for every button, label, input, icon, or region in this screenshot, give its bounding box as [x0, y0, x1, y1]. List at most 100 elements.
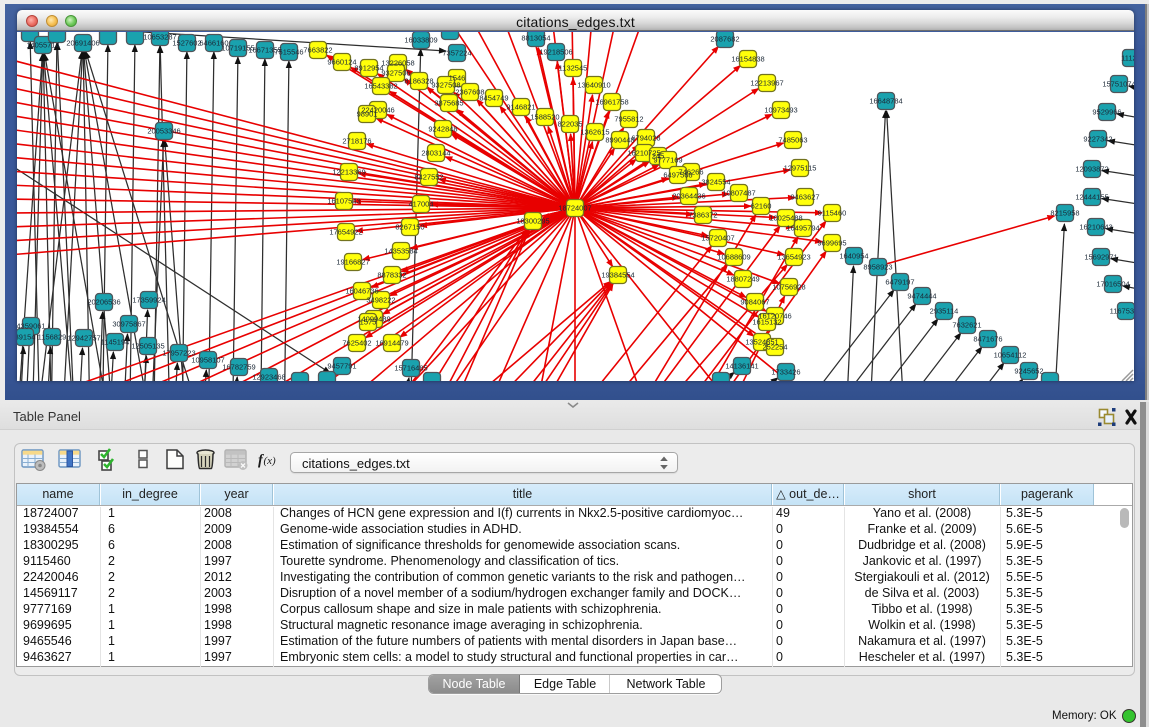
- svg-text:10973493: 10973493: [764, 106, 797, 115]
- svg-text:20206536: 20206536: [87, 298, 120, 307]
- svg-text:62160: 62160: [751, 202, 772, 211]
- svg-text:16046736: 16046736: [345, 287, 378, 296]
- svg-text:14136141: 14136141: [725, 362, 758, 371]
- svg-text:252254: 252254: [762, 343, 787, 352]
- svg-text:16961758: 16961758: [595, 98, 628, 107]
- svg-text:9242848: 9242848: [428, 125, 457, 134]
- svg-text:1145194: 1145194: [101, 338, 130, 347]
- svg-text:20053346: 20053346: [147, 127, 180, 136]
- svg-text:15692971: 15692971: [1084, 253, 1117, 262]
- svg-text:1575: 1575: [360, 318, 377, 327]
- svg-text:1132545: 1132545: [559, 64, 588, 73]
- svg-text:16914479: 16914479: [375, 339, 408, 348]
- svg-text:16154838: 16154838: [731, 55, 764, 64]
- svg-text:16033809: 16033809: [404, 36, 437, 45]
- svg-text:7955812: 7955812: [614, 115, 643, 124]
- svg-text:8186328: 8186328: [404, 77, 433, 86]
- svg-text:8912954: 8912954: [354, 64, 383, 73]
- svg-text:7632621: 7632621: [952, 321, 981, 330]
- svg-text:9115460: 9115460: [818, 209, 847, 218]
- svg-text:10025488: 10025488: [769, 214, 802, 223]
- svg-text:39154: 39154: [17, 333, 35, 342]
- svg-text:8454749: 8454749: [479, 94, 508, 103]
- svg-text:8215958: 8215958: [1050, 209, 1079, 218]
- svg-text:10807487: 10807487: [722, 189, 755, 198]
- svg-text:9146821: 9146821: [506, 103, 535, 112]
- svg-text:12923468: 12923468: [252, 373, 285, 382]
- svg-text:2803144: 2803144: [421, 149, 450, 158]
- svg-text:17654922: 17654922: [329, 228, 362, 237]
- svg-text:14353584: 14353584: [384, 247, 417, 256]
- svg-text:12505135: 12505135: [131, 342, 164, 351]
- svg-text:2718176: 2718176: [342, 137, 371, 146]
- svg-text:7357224: 7357224: [442, 49, 471, 58]
- svg-text:9463627: 9463627: [790, 193, 819, 202]
- svg-text:6794028: 6794028: [631, 134, 660, 143]
- svg-text:7515546: 7515546: [274, 48, 303, 57]
- svg-text:17359924: 17359924: [132, 296, 165, 305]
- svg-text:8878332: 8878332: [377, 271, 406, 280]
- svg-text:8813054: 8813054: [521, 34, 550, 43]
- svg-text:11127: 11127: [1121, 54, 1134, 63]
- svg-text:9529966: 9529966: [1092, 108, 1121, 117]
- svg-text:10958107: 10958107: [191, 356, 224, 365]
- svg-text:11675333: 11675333: [1110, 307, 1134, 316]
- svg-text:19384554: 19384554: [601, 271, 634, 280]
- svg-text:8958923: 8958923: [863, 263, 892, 272]
- svg-text:9777169: 9777169: [653, 156, 682, 165]
- svg-text:13640910: 13640910: [577, 81, 610, 90]
- svg-text:20364436: 20364436: [672, 192, 705, 201]
- svg-text:8990448: 8990448: [605, 136, 634, 145]
- svg-text:16495794: 16495794: [786, 224, 819, 233]
- svg-text:16210643: 16210643: [1079, 223, 1112, 232]
- svg-text:7386372: 7386372: [688, 211, 717, 220]
- svg-text:9245652: 9245652: [1014, 367, 1043, 376]
- svg-text:6479197: 6479197: [885, 278, 914, 287]
- svg-text:9084067: 9084067: [740, 298, 769, 307]
- svg-text:1640954: 1640954: [839, 252, 868, 261]
- svg-text:18807249: 18807249: [726, 275, 759, 284]
- svg-text:12213369: 12213369: [332, 168, 365, 177]
- svg-text:17016504: 17016504: [1096, 280, 1129, 289]
- svg-text:16543382: 16543382: [364, 82, 397, 91]
- svg-text:20691406: 20691406: [66, 39, 99, 48]
- svg-text:2087682: 2087682: [710, 35, 739, 44]
- svg-text:(x): (x): [264, 455, 277, 467]
- svg-text:8427552: 8427552: [414, 173, 443, 182]
- svg-text:3498222: 3498222: [366, 296, 395, 305]
- svg-text:9457791: 9457791: [327, 362, 356, 371]
- svg-text:7485063: 7485063: [778, 136, 807, 145]
- svg-text:12975115: 12975115: [784, 164, 817, 173]
- svg-text:417004: 417004: [408, 200, 433, 209]
- svg-text:822035: 822035: [557, 120, 582, 129]
- svg-text:15751074: 15751074: [1102, 80, 1134, 89]
- svg-text:1156829: 1156829: [38, 333, 67, 342]
- svg-text:15716485: 15716485: [394, 364, 427, 373]
- svg-text:18300295: 18300295: [516, 217, 549, 226]
- svg-text:16107543: 16107543: [327, 197, 360, 206]
- svg-text:2935114: 2935114: [930, 307, 959, 316]
- svg-text:9474444: 9474444: [907, 292, 936, 301]
- svg-text:7625402: 7625402: [342, 339, 371, 348]
- svg-text:12213967: 12213967: [750, 79, 783, 88]
- svg-text:1527602: 1527602: [172, 39, 201, 48]
- svg-text:1588520: 1588520: [530, 113, 559, 122]
- svg-text:4359061: 4359061: [17, 322, 46, 331]
- svg-text:10688609: 10688609: [717, 253, 750, 262]
- svg-text:1615132: 1615132: [752, 318, 781, 327]
- svg-text:6497568: 6497568: [663, 171, 692, 180]
- svg-text:13654923: 13654923: [777, 253, 810, 262]
- svg-text:12093872: 12093872: [1075, 165, 1108, 174]
- svg-text:3875685: 3875685: [434, 99, 463, 108]
- svg-text:12444155: 12444155: [1075, 193, 1108, 202]
- svg-text:8471676: 8471676: [973, 335, 1002, 344]
- svg-text:7663822: 7663822: [303, 46, 332, 55]
- svg-text:9699695: 9699695: [817, 239, 846, 248]
- svg-text:14055714: 14055714: [26, 41, 59, 50]
- svg-text:19166827: 19166827: [336, 258, 369, 267]
- svg-text:9227342: 9227342: [1083, 135, 1112, 144]
- svg-text:9660124: 9660124: [327, 58, 356, 67]
- svg-text:16782759: 16782759: [222, 363, 255, 372]
- svg-text:98901: 98901: [357, 110, 378, 119]
- svg-text:19218506: 19218506: [539, 48, 572, 57]
